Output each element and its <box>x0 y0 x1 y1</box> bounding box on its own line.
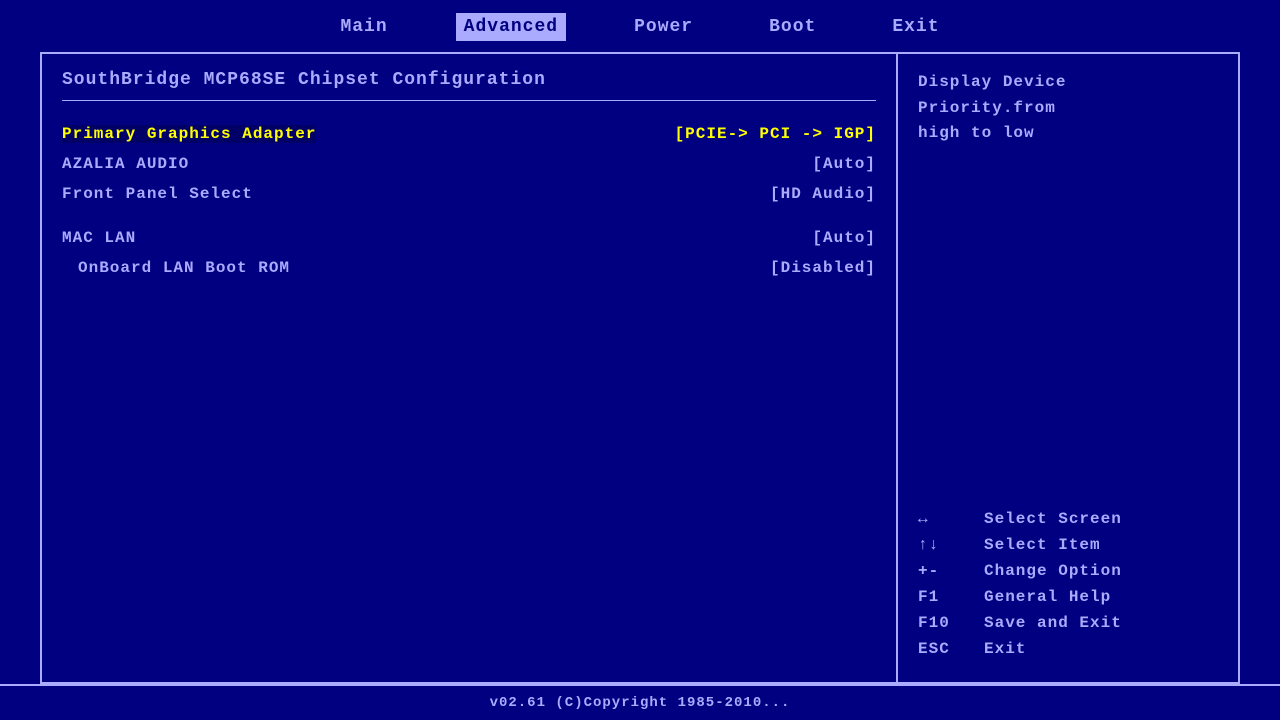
section-gap <box>62 209 876 223</box>
key-symbol-f1: F1 <box>918 588 968 606</box>
key-desc-save-exit: Save and Exit <box>984 614 1122 632</box>
key-hint-save-exit: F10 Save and Exit <box>918 614 1218 632</box>
key-hint-general-help: F1 General Help <box>918 588 1218 606</box>
help-line-3: high to low <box>918 124 1035 142</box>
main-content: SouthBridge MCP68SE Chipset Configuratio… <box>40 52 1240 684</box>
right-panel: Display Device Priority.from high to low… <box>898 54 1238 682</box>
setting-label-onboard-lan: OnBoard LAN Boot ROM <box>62 259 290 277</box>
key-desc-select-screen: Select Screen <box>984 510 1122 528</box>
menu-items: Main Advanced Power Boot Exit <box>332 13 947 41</box>
setting-label-primary-graphics: Primary Graphics Adapter <box>62 125 316 143</box>
setting-value-primary-graphics: [PCIE-> PCI -> IGP] <box>675 125 876 143</box>
menu-item-advanced[interactable]: Advanced <box>456 13 566 41</box>
menu-bar: Main Advanced Power Boot Exit <box>0 0 1280 52</box>
key-hints: ↔ Select Screen ↑↓ Select Item +- Change… <box>918 510 1218 666</box>
help-line-1: Display Device <box>918 73 1066 91</box>
menu-item-power[interactable]: Power <box>626 13 701 41</box>
help-line-2: Priority.from <box>918 99 1056 117</box>
setting-azalia-audio[interactable]: AZALIA AUDIO [Auto] <box>62 149 876 179</box>
key-desc-general-help: General Help <box>984 588 1111 606</box>
setting-primary-graphics[interactable]: Primary Graphics Adapter [PCIE-> PCI -> … <box>62 119 876 149</box>
key-desc-select-item: Select Item <box>984 536 1101 554</box>
setting-label-mac-lan: MAC LAN <box>62 229 136 247</box>
status-bar: v02.61 (C)Copyright 1985-2010... <box>0 684 1280 720</box>
bios-screen: Main Advanced Power Boot Exit SouthBridg… <box>0 0 1280 720</box>
setting-mac-lan[interactable]: MAC LAN [Auto] <box>62 223 876 253</box>
key-symbol-arrows-ud: ↑↓ <box>918 536 968 554</box>
key-desc-exit: Exit <box>984 640 1026 658</box>
key-hint-select-screen: ↔ Select Screen <box>918 510 1218 528</box>
key-symbol-plus-minus: +- <box>918 562 968 580</box>
panel-title: SouthBridge MCP68SE Chipset Configuratio… <box>62 70 876 90</box>
status-text: v02.61 (C)Copyright 1985-2010... <box>490 695 791 711</box>
setting-label-azalia: AZALIA AUDIO <box>62 155 189 173</box>
setting-value-mac-lan: [Auto] <box>812 229 876 247</box>
key-symbol-esc: ESC <box>918 640 968 658</box>
setting-value-onboard-lan: [Disabled] <box>770 259 876 277</box>
key-hint-exit: ESC Exit <box>918 640 1218 658</box>
help-text: Display Device Priority.from high to low <box>918 70 1218 147</box>
menu-item-main[interactable]: Main <box>332 13 395 41</box>
key-hint-select-item: ↑↓ Select Item <box>918 536 1218 554</box>
key-symbol-arrows-lr: ↔ <box>918 510 968 528</box>
key-desc-change-option: Change Option <box>984 562 1122 580</box>
panel-divider <box>62 100 876 101</box>
key-symbol-f10: F10 <box>918 614 968 632</box>
setting-value-azalia: [Auto] <box>812 155 876 173</box>
menu-item-boot[interactable]: Boot <box>761 13 824 41</box>
setting-value-front-panel: [HD Audio] <box>770 185 876 203</box>
setting-label-front-panel: Front Panel Select <box>62 185 253 203</box>
setting-front-panel[interactable]: Front Panel Select [HD Audio] <box>62 179 876 209</box>
settings-table: Primary Graphics Adapter [PCIE-> PCI -> … <box>62 119 876 283</box>
key-hint-change-option: +- Change Option <box>918 562 1218 580</box>
setting-onboard-lan[interactable]: OnBoard LAN Boot ROM [Disabled] <box>62 253 876 283</box>
menu-item-exit[interactable]: Exit <box>884 13 947 41</box>
left-panel: SouthBridge MCP68SE Chipset Configuratio… <box>42 54 898 682</box>
